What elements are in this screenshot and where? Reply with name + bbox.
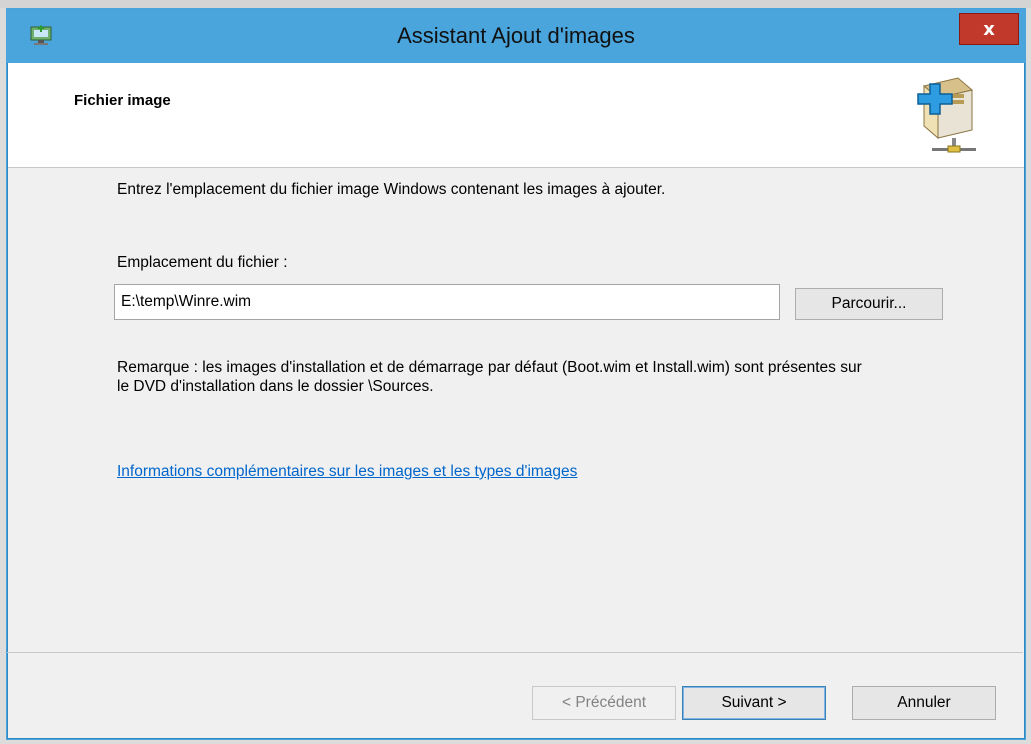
instruction-text: Entrez l'emplacement du fichier image Wi… xyxy=(117,181,666,198)
remark-text: Remarque : les images d'installation et … xyxy=(117,359,862,395)
page-title: Fichier image xyxy=(74,92,171,109)
footer-divider xyxy=(7,652,1023,653)
previous-button[interactable]: < Précédent xyxy=(532,686,676,720)
cancel-button[interactable]: Annuler xyxy=(852,686,996,720)
background-strip xyxy=(0,0,1031,8)
title-bar[interactable]: Assistant Ajout d'images x xyxy=(7,9,1025,63)
close-icon: x xyxy=(983,18,995,40)
next-button[interactable]: Suivant > xyxy=(682,686,826,720)
location-label: Emplacement du fichier : xyxy=(117,254,288,271)
image-add-box-icon xyxy=(917,77,976,153)
close-button[interactable]: x xyxy=(959,13,1019,45)
window-title: Assistant Ajout d'images xyxy=(397,23,635,48)
more-info-link[interactable]: Informations complémentaires sur les ima… xyxy=(117,463,577,481)
browse-button[interactable]: Parcourir... xyxy=(795,288,943,320)
file-location-input[interactable] xyxy=(114,284,780,320)
header-panel: Fichier image xyxy=(8,63,1024,168)
